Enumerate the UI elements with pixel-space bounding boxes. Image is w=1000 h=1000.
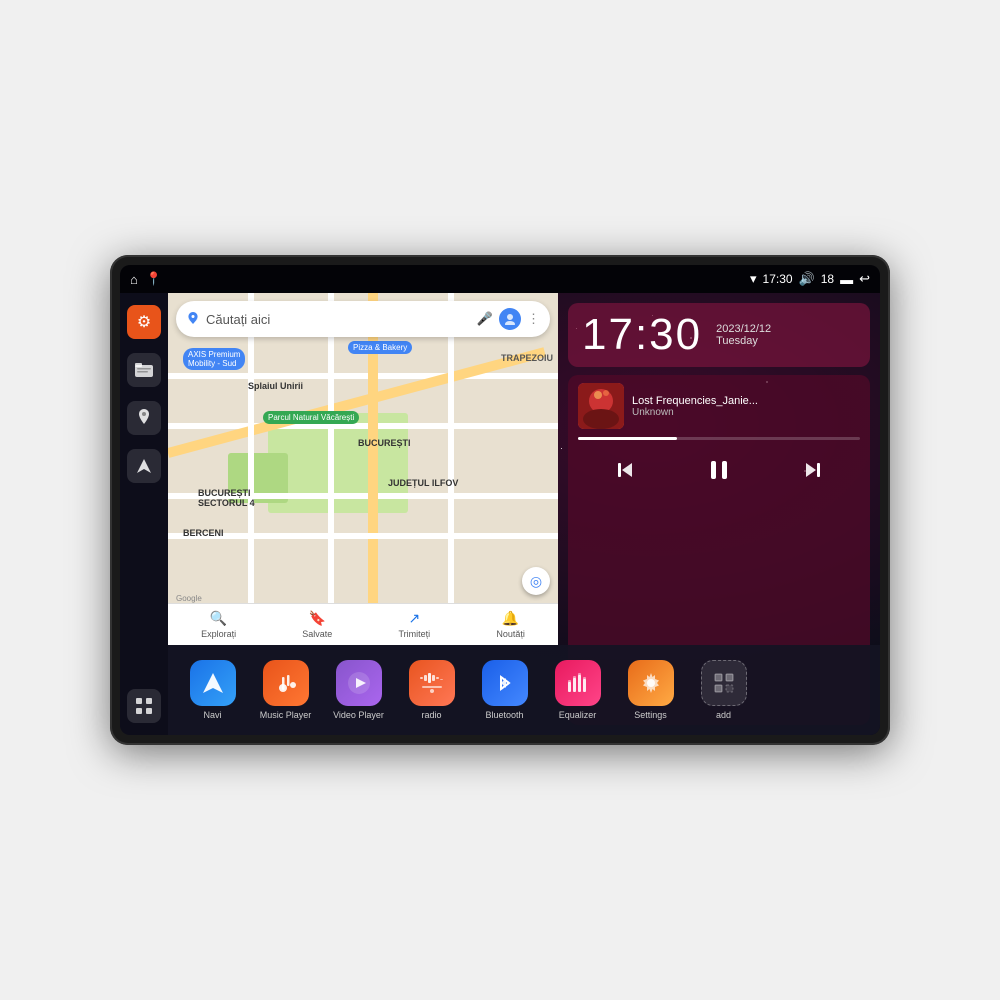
- settings-label: Settings: [634, 710, 667, 720]
- battery-icon: ▬: [840, 272, 853, 287]
- sidebar-map[interactable]: [127, 401, 161, 435]
- map-search-bar[interactable]: Căutați aici 🎤 ⋮: [176, 301, 550, 337]
- equalizer-label: Equalizer: [559, 710, 597, 720]
- bluetooth-label: Bluetooth: [485, 710, 523, 720]
- music-progress-fill: [578, 437, 677, 440]
- explore-icon: 🔍: [210, 610, 227, 627]
- user-avatar[interactable]: [499, 308, 521, 330]
- add-label: add: [716, 710, 731, 720]
- volume-icon: 🔊: [799, 271, 815, 287]
- clock-day: Tuesday: [716, 335, 771, 347]
- app-grid: Navi Music Player: [168, 645, 880, 735]
- poi-axis: AXIS PremiumMobility - Sud: [183, 348, 245, 370]
- map-tab-saved[interactable]: 🔖 Salvate: [302, 610, 332, 639]
- music-info: Lost Frequencies_Janie... Unknown: [578, 383, 860, 429]
- map-settings-icon[interactable]: ⋮: [527, 311, 540, 327]
- map-tab-explore[interactable]: 🔍 Explorați: [201, 610, 236, 639]
- mic-icon[interactable]: 🎤: [477, 311, 493, 327]
- device-frame: ⌂ 📍 ▾ 17:30 🔊 18 ▬ ↩: [110, 255, 890, 745]
- poi-park: Parcul Natural Văcărești: [263, 411, 359, 424]
- clock-widget: 17:30 2023/12/12 Tuesday: [568, 303, 870, 367]
- status-bar: ⌂ 📍 ▾ 17:30 🔊 18 ▬ ↩: [120, 265, 880, 293]
- music-album-art: [578, 383, 624, 429]
- app-bluetooth[interactable]: Bluetooth: [472, 660, 537, 720]
- map-tab-share[interactable]: ↗ Trimiteți: [399, 610, 431, 639]
- map-tab-explore-label: Explorați: [201, 629, 236, 639]
- music-pause-button[interactable]: [701, 452, 737, 488]
- home-icon[interactable]: ⌂: [130, 272, 138, 287]
- google-logo: Google: [176, 594, 202, 603]
- news-icon: 🔔: [502, 610, 519, 627]
- app-settings[interactable]: Settings: [618, 660, 683, 720]
- share-icon: ↗: [408, 610, 420, 627]
- device-screen: ⌂ 📍 ▾ 17:30 🔊 18 ▬ ↩: [120, 265, 880, 735]
- app-equalizer[interactable]: Equalizer: [545, 660, 610, 720]
- map-tab-saved-label: Salvate: [302, 629, 332, 639]
- saved-icon: 🔖: [309, 610, 326, 627]
- radio-icon: [409, 660, 455, 706]
- app-radio[interactable]: radio: [399, 660, 464, 720]
- map-bottom-tabs: 🔍 Explorați 🔖 Salvate ↗ Trimiteți 🔔 Nout…: [168, 603, 558, 645]
- app-navi[interactable]: Navi: [180, 660, 245, 720]
- equalizer-icon: [555, 660, 601, 706]
- music-title: Lost Frequencies_Janie...: [632, 395, 860, 407]
- music-player-label: Music Player: [260, 710, 312, 720]
- map-icon[interactable]: 📍: [146, 271, 162, 287]
- map-tiles: BUCUREȘTISECTORUL 4 BUCUREȘTI JUDEȚUL IL…: [168, 293, 558, 645]
- map-tab-share-label: Trimiteți: [399, 629, 431, 639]
- google-maps-icon: [186, 311, 200, 328]
- clock-date-value: 2023/12/12: [716, 323, 771, 335]
- video-player-icon: [336, 660, 382, 706]
- navi-icon: [190, 660, 236, 706]
- music-details: Lost Frequencies_Janie... Unknown: [632, 395, 860, 418]
- map-tab-news-label: Noutăți: [496, 629, 525, 639]
- signal-strength: 18: [821, 272, 834, 286]
- clock-date: 2023/12/12 Tuesday: [716, 323, 771, 347]
- main-content: ⚙: [120, 293, 880, 735]
- music-artist: Unknown: [632, 407, 860, 418]
- add-icon: [701, 660, 747, 706]
- settings-icon: [628, 660, 674, 706]
- app-video-player[interactable]: Video Player: [326, 660, 391, 720]
- wifi-icon: ▾: [750, 271, 757, 287]
- map-tab-news[interactable]: 🔔 Noutăți: [496, 610, 525, 639]
- status-time: 17:30: [763, 272, 793, 286]
- clock-time: 17:30: [582, 313, 702, 357]
- app-music-player[interactable]: Music Player: [253, 660, 318, 720]
- bluetooth-icon: [482, 660, 528, 706]
- radio-label: radio: [421, 710, 441, 720]
- sidebar-settings[interactable]: ⚙: [127, 305, 161, 339]
- map-location-button[interactable]: ◎: [522, 567, 550, 595]
- poi-pizza: Pizza & Bakery: [348, 341, 412, 354]
- music-progress-bar[interactable]: [578, 437, 860, 440]
- sidebar-folder[interactable]: [127, 353, 161, 387]
- music-player-icon: [263, 660, 309, 706]
- map-container[interactable]: BUCUREȘTISECTORUL 4 BUCUREȘTI JUDEȚUL IL…: [168, 293, 558, 645]
- sidebar-grid[interactable]: [127, 689, 161, 723]
- music-controls: [578, 448, 860, 492]
- sidebar: ⚙: [120, 293, 168, 735]
- music-next-button[interactable]: [795, 452, 831, 488]
- video-player-label: Video Player: [333, 710, 384, 720]
- back-icon[interactable]: ↩: [859, 271, 870, 287]
- map-search-input[interactable]: Căutați aici: [206, 312, 471, 327]
- sidebar-nav[interactable]: [127, 449, 161, 483]
- music-prev-button[interactable]: [607, 452, 643, 488]
- app-add[interactable]: add: [691, 660, 756, 720]
- navi-label: Navi: [203, 710, 221, 720]
